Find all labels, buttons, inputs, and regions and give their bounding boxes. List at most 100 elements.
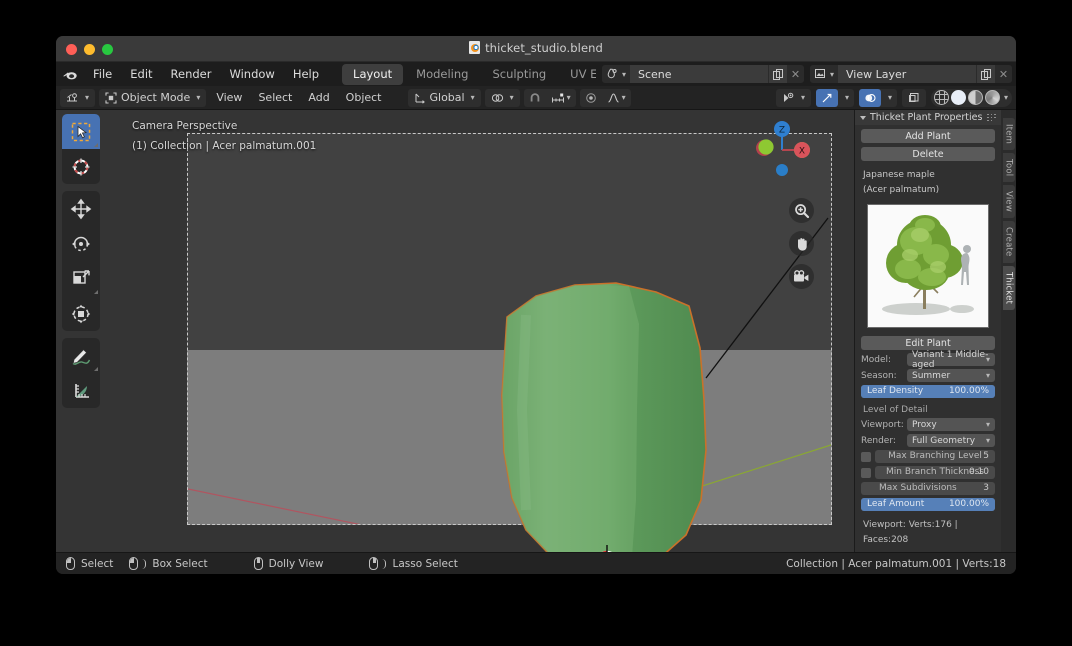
max-subdivisions-field[interactable]: Max Subdivisions 3 — [861, 482, 995, 495]
snap-magnet-toggle[interactable] — [524, 89, 546, 107]
tool-variant-corner — [94, 367, 98, 371]
gizmo-z-label: Z — [779, 126, 785, 136]
transform-tool[interactable] — [62, 296, 100, 331]
proportional-edit-toggle[interactable] — [580, 89, 602, 107]
snap-magnet-icon — [530, 92, 539, 101]
menu-window[interactable]: Window — [220, 62, 283, 86]
main-area: Acer palmatum.001 Camera Perspective (1)… — [56, 110, 1016, 552]
keymap-dolly-view-label: Dolly View — [268, 557, 324, 570]
leaf-density-slider[interactable]: Leaf Density 100.00% — [861, 385, 995, 398]
min-branch-thickness-field[interactable]: Min Branch Thickness 0.10 — [875, 466, 995, 479]
season-field-row: Season: Summer ▾ — [861, 369, 995, 382]
rendered-shading-button[interactable] — [984, 90, 1000, 105]
tab-item[interactable]: Item — [1002, 118, 1015, 151]
max-branching-level-checkbox[interactable] — [861, 451, 871, 462]
topbar-datablocks: ▾ Scene ✕ ▾ View Layer ✕ — [596, 62, 1016, 86]
show-gizmo-toggle[interactable] — [815, 88, 838, 107]
viewport-toolbar — [62, 114, 100, 408]
max-branching-level-field[interactable]: Max Branching Level 5 — [875, 450, 995, 463]
pivot-point-icon — [491, 93, 503, 102]
max-subdivisions-value: 3 — [983, 483, 989, 493]
tab-modeling[interactable]: Modeling — [405, 64, 479, 85]
tab-thicket[interactable]: Thicket — [1002, 265, 1015, 311]
menu-render[interactable]: Render — [162, 62, 221, 86]
view-layer-datablock: ▾ View Layer ✕ — [810, 65, 1012, 83]
menu-help[interactable]: Help — [284, 62, 328, 86]
menu-edit[interactable]: Edit — [121, 62, 161, 86]
tab-sculpting[interactable]: Sculpting — [481, 64, 557, 85]
solid-shading-button[interactable] — [950, 90, 966, 105]
viewport-menu-select[interactable]: Select — [252, 89, 298, 107]
scale-tool[interactable] — [62, 261, 100, 296]
edit-plant-button[interactable]: Edit Plant — [861, 336, 995, 350]
delete-plant-button[interactable]: Delete — [861, 147, 995, 161]
viewport-menu-view[interactable]: View — [210, 89, 248, 107]
add-plant-button[interactable]: Add Plant — [861, 129, 995, 143]
wireframe-shading-button[interactable] — [933, 90, 949, 105]
unlink-view-layer-button[interactable]: ✕ — [995, 65, 1012, 83]
leaf-amount-slider[interactable]: Leaf Amount 100.00% — [861, 498, 995, 511]
snap-to-dropdown[interactable]: ▾ — [546, 89, 576, 107]
tweak-select-box-tool[interactable] — [62, 114, 100, 149]
cursor-tool[interactable] — [62, 149, 100, 184]
plant-common-name: Japanese maple — [863, 170, 935, 180]
tab-tool[interactable]: Tool — [1002, 153, 1015, 183]
season-dropdown[interactable]: Summer ▾ — [907, 369, 995, 382]
plant-scientific-name: (Acer palmatum) — [863, 185, 940, 195]
annotate-tool[interactable] — [62, 338, 100, 373]
blender-logo-icon[interactable] — [56, 62, 84, 86]
menu-file[interactable]: File — [84, 62, 121, 86]
move-tool[interactable] — [62, 191, 100, 226]
tool-pack-select — [62, 114, 100, 184]
orientation-icon — [415, 93, 425, 104]
pivot-point-dropdown[interactable]: ▾ — [484, 88, 520, 107]
scene-icon[interactable]: ▾ — [602, 65, 630, 83]
max-branching-level-value: 5 — [983, 451, 989, 461]
interaction-mode-dropdown[interactable]: Object Mode ▾ — [99, 88, 207, 107]
chevron-down-icon: ▾ — [844, 93, 849, 102]
pan-view-icon[interactable] — [789, 231, 814, 256]
tab-layout[interactable]: Layout — [342, 63, 404, 85]
mmb-drag-icon — [369, 557, 379, 570]
new-view-layer-button[interactable] — [976, 65, 995, 83]
viewport-collection-info: (1) Collection | Acer palmatum.001 — [132, 140, 317, 152]
render-lod-value: Full Geometry — [912, 435, 976, 446]
tab-view[interactable]: View — [1002, 185, 1015, 219]
editor-type-button[interactable]: ▾ — [60, 88, 96, 107]
keymap-select-label: Select — [81, 557, 114, 570]
measure-tool[interactable] — [62, 373, 100, 408]
render-lod-dropdown[interactable]: Full Geometry ▾ — [907, 434, 995, 447]
transform-orientation-dropdown[interactable]: Global ▾ — [407, 88, 481, 107]
navigation-gizmo[interactable]: X Z — [748, 112, 816, 180]
material-preview-shading-button[interactable] — [967, 90, 983, 105]
viewport-menu-add[interactable]: Add — [302, 89, 335, 107]
camera-view-icon[interactable] — [789, 264, 814, 289]
3d-viewport[interactable]: Acer palmatum.001 Camera Perspective (1)… — [56, 110, 854, 552]
panel-grip-icon — [987, 113, 996, 122]
min-branch-thickness-checkbox[interactable] — [861, 467, 871, 478]
thicket-panel-header[interactable]: Thicket Plant Properties — [855, 110, 1001, 125]
rotate-tool[interactable] — [62, 226, 100, 261]
gizmo-options-dropdown[interactable]: ▾ — [838, 89, 854, 107]
chevron-down-icon: ▾ — [985, 371, 990, 380]
tab-create[interactable]: Create — [1002, 221, 1015, 263]
viewport-lod-dropdown[interactable]: Proxy ▾ — [907, 418, 995, 431]
object-visibility-dropdown[interactable]: ▾ — [775, 88, 811, 107]
overlays-options-dropdown[interactable]: ▾ — [881, 89, 897, 107]
tool-pack-transform — [62, 191, 100, 331]
new-scene-button[interactable] — [768, 65, 787, 83]
show-overlays-toggle[interactable] — [858, 88, 881, 107]
plant-preview-thumbnail — [867, 204, 989, 328]
zoom-view-icon[interactable] — [789, 198, 814, 223]
falloff-curve-dropdown[interactable]: ▾ — [602, 89, 631, 107]
scene-name-field[interactable]: Scene — [630, 65, 768, 83]
model-dropdown[interactable]: Variant 1 Middle-aged ▾ — [907, 350, 995, 370]
collapse-triangle-icon[interactable] — [860, 115, 866, 120]
plant-proxy-mesh — [501, 282, 707, 552]
view-layer-icon[interactable]: ▾ — [810, 65, 838, 83]
view-layer-name-field[interactable]: View Layer — [838, 65, 976, 83]
unlink-scene-button[interactable]: ✕ — [787, 65, 804, 83]
viewport-menu-object[interactable]: Object — [340, 89, 388, 107]
toggle-xray-button[interactable] — [901, 88, 926, 107]
chevron-down-icon: ▾ — [1003, 93, 1008, 102]
